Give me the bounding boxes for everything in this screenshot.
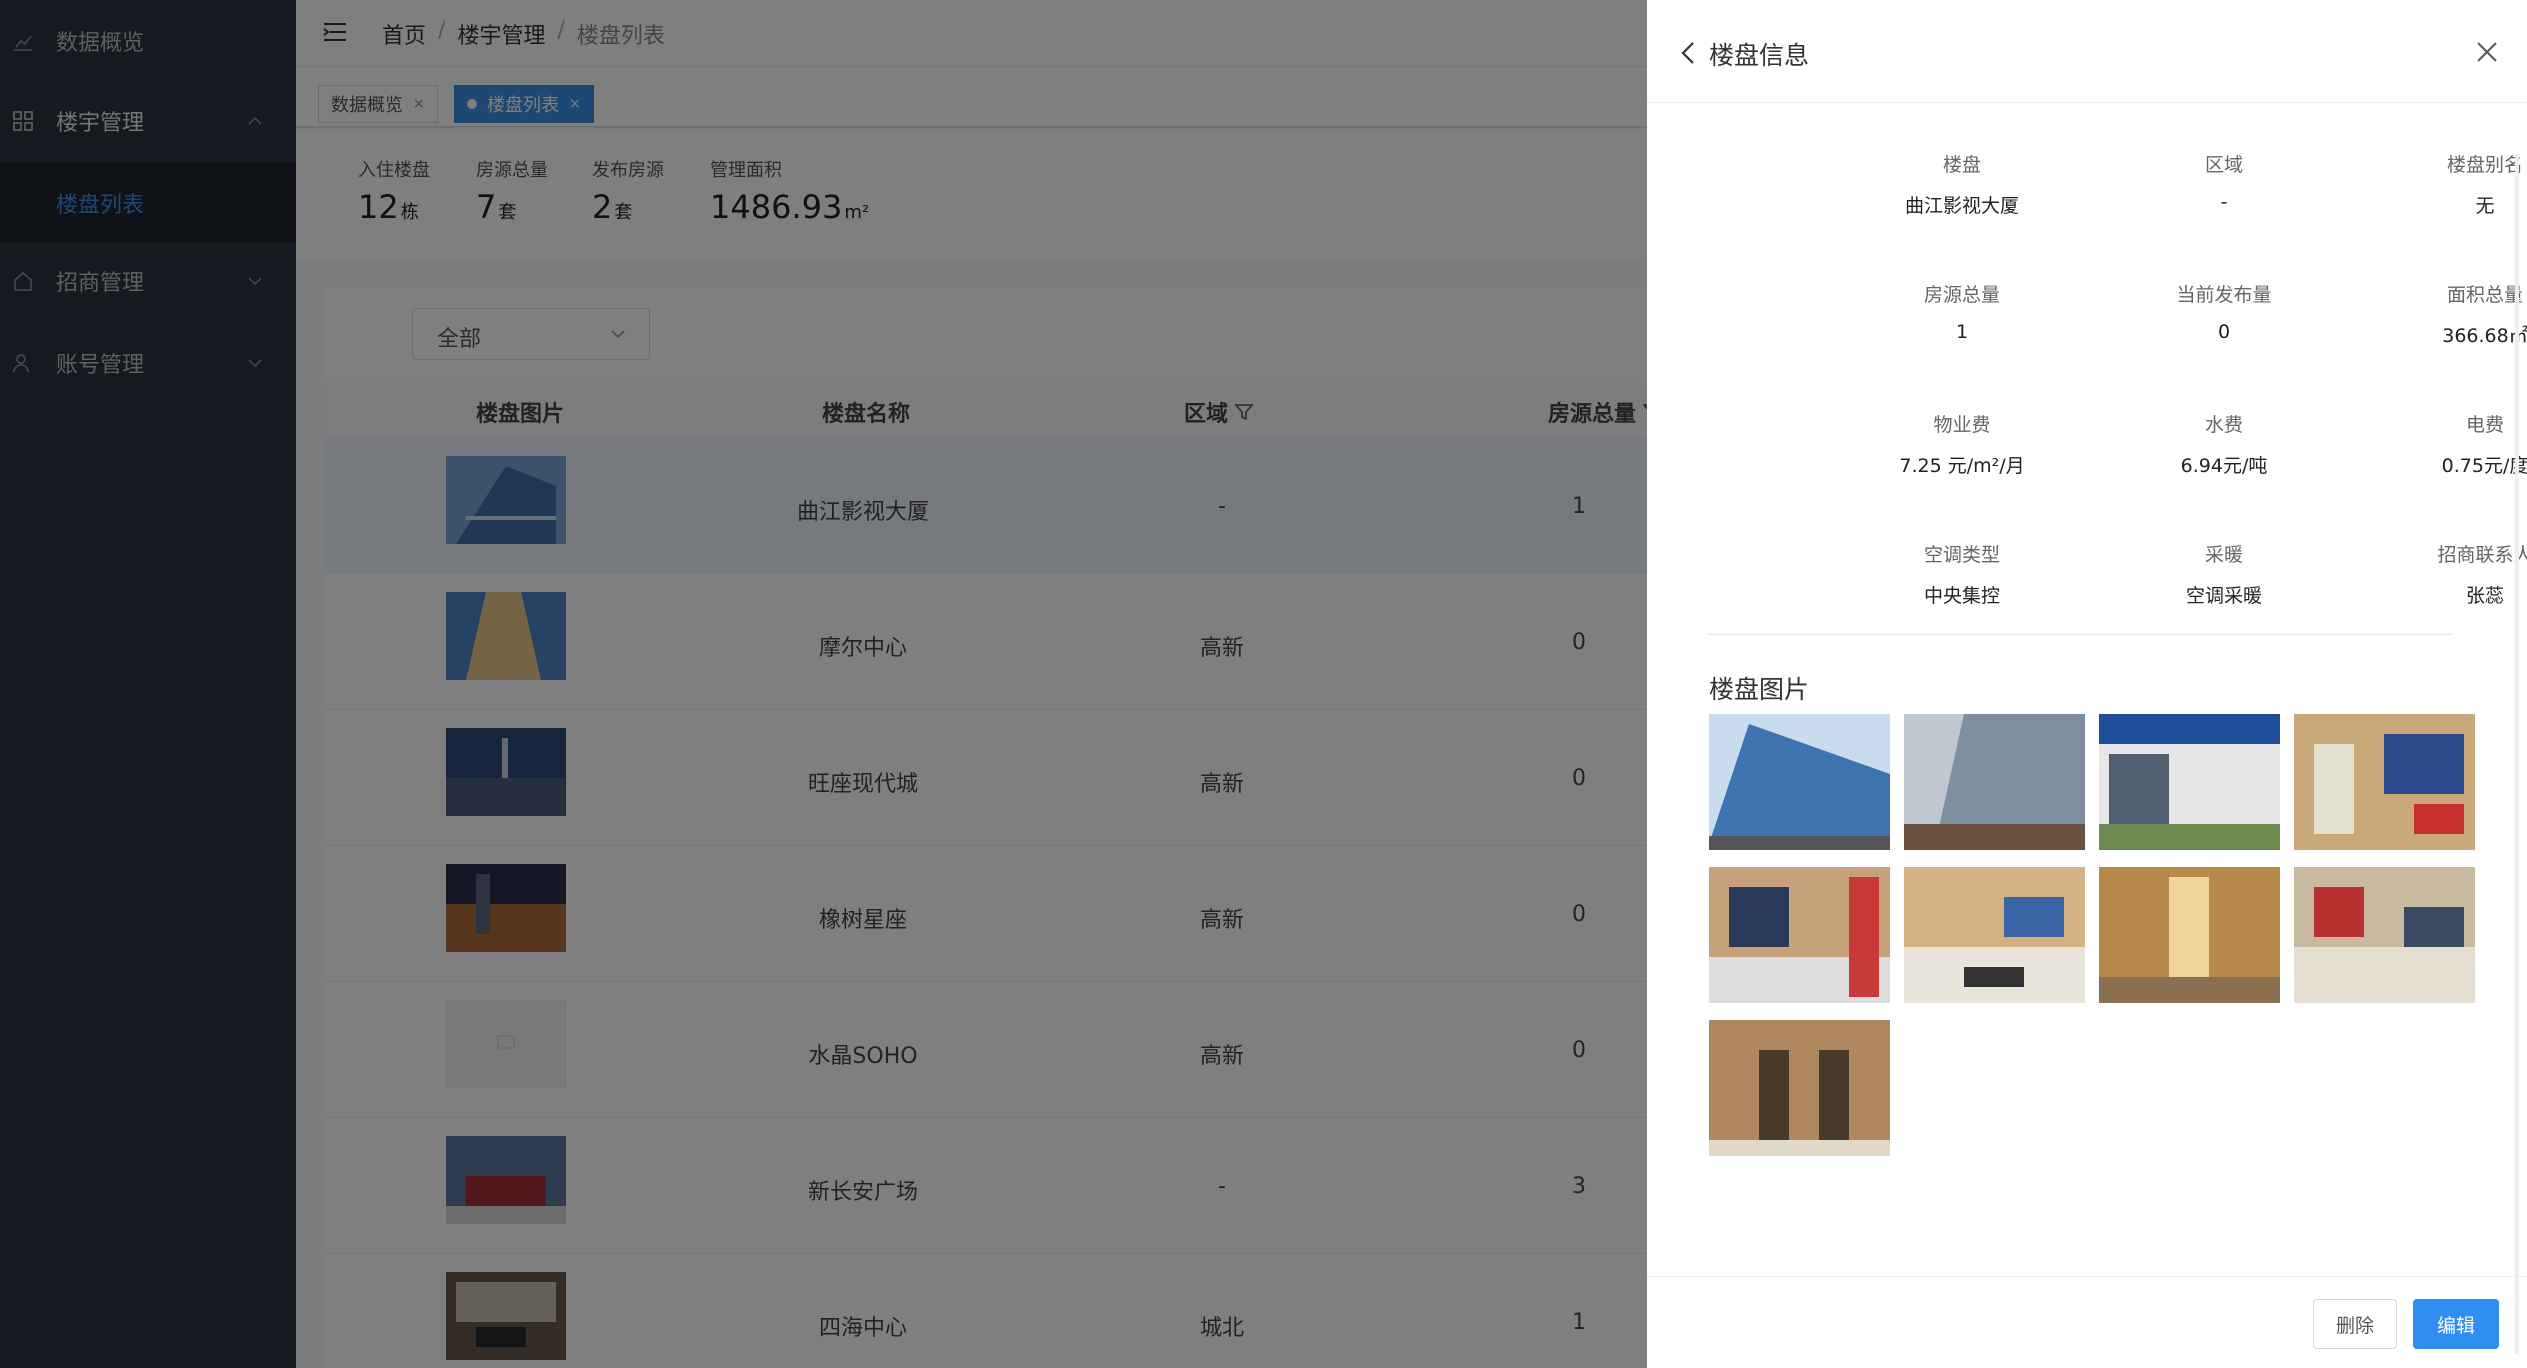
- divider: [1707, 634, 2453, 635]
- info-total-area: 面积总量 366.68㎡: [2355, 280, 2527, 348]
- info-value: 1: [1955, 321, 1969, 343]
- info-label: 采暖: [2204, 544, 2243, 566]
- info-label: 区域: [2204, 154, 2243, 176]
- info-value: 366.68㎡: [2442, 325, 2527, 347]
- info-label: 空调类型: [1923, 544, 2000, 566]
- gallery-image[interactable]: [1904, 867, 2085, 1003]
- info-value: 中央集控: [1923, 585, 2000, 607]
- info-label: 招商联系人: [2437, 544, 2527, 566]
- drawer-title: 楼盘信息: [1709, 41, 1810, 70]
- info-current-published: 当前发布量 0: [2094, 280, 2354, 343]
- drawer-scrollbar[interactable]: [2515, 154, 2519, 1354]
- edit-button[interactable]: 编辑: [2413, 1299, 2499, 1349]
- info-value: 0.75元/度: [2441, 455, 2527, 477]
- gallery-image[interactable]: [1709, 1020, 1890, 1156]
- info-water-fee: 水费 6.94元/吨: [2094, 410, 2354, 478]
- gallery-title: 楼盘图片: [1709, 675, 1810, 704]
- gallery-image[interactable]: [2099, 867, 2280, 1003]
- drawer-header: 楼盘信息: [1647, 0, 2527, 103]
- drawer-footer: 删除 编辑: [1647, 1276, 2527, 1368]
- back-arrow-icon[interactable]: [1677, 40, 1699, 66]
- gallery-image[interactable]: [1904, 714, 2085, 850]
- info-ac-type: 空调类型 中央集控: [1832, 540, 2092, 608]
- info-region: 区域 -: [2094, 150, 2354, 213]
- info-label: 面积总量: [2446, 284, 2523, 306]
- info-heating: 采暖 空调采暖: [2094, 540, 2354, 608]
- info-value: 空调采暖: [2185, 585, 2262, 607]
- info-label: 当前发布量: [2176, 284, 2272, 306]
- info-total-listings: 房源总量 1: [1832, 280, 2092, 343]
- gallery-image[interactable]: [2099, 714, 2280, 850]
- info-value: -: [2220, 191, 2228, 213]
- info-value: 曲江影视大厦: [1904, 195, 2019, 217]
- gallery-image[interactable]: [2294, 867, 2475, 1003]
- gallery-image[interactable]: [2294, 714, 2475, 850]
- delete-button[interactable]: 删除: [2313, 1299, 2397, 1349]
- info-label: 物业费: [1933, 414, 1991, 436]
- info-building: 楼盘 曲江影视大厦: [1832, 150, 2092, 218]
- info-value: 无: [2475, 195, 2495, 217]
- info-label: 房源总量: [1923, 284, 2000, 306]
- info-alias: 楼盘别名无: [2355, 150, 2527, 218]
- info-value: 张蕊: [2465, 585, 2504, 607]
- info-label: 楼盘别名: [2446, 154, 2523, 176]
- info-label: 水费: [2204, 414, 2243, 436]
- close-icon[interactable]: [2475, 40, 2499, 64]
- info-property-fee: 物业费 7.25 元/m²/月: [1832, 410, 2092, 478]
- info-electricity-fee: 电费 0.75元/度: [2355, 410, 2527, 478]
- gallery-image[interactable]: [1709, 714, 1890, 850]
- gallery-image[interactable]: [1709, 867, 1890, 1003]
- info-value: 7.25 元/m²/月: [1899, 455, 2025, 477]
- info-value: 0: [2217, 321, 2231, 343]
- info-label: 电费: [2465, 414, 2504, 436]
- info-contact: 招商联系人 张蕊: [2355, 540, 2527, 608]
- building-info-drawer: 楼盘信息 楼盘曲江影视大厦 区域 - 楼盘别名无 房源总量 1 当前发布量 0 面积总…: [1647, 0, 2527, 1368]
- info-value: 6.94元/吨: [2180, 455, 2268, 477]
- info-label: 楼盘: [1942, 154, 1981, 176]
